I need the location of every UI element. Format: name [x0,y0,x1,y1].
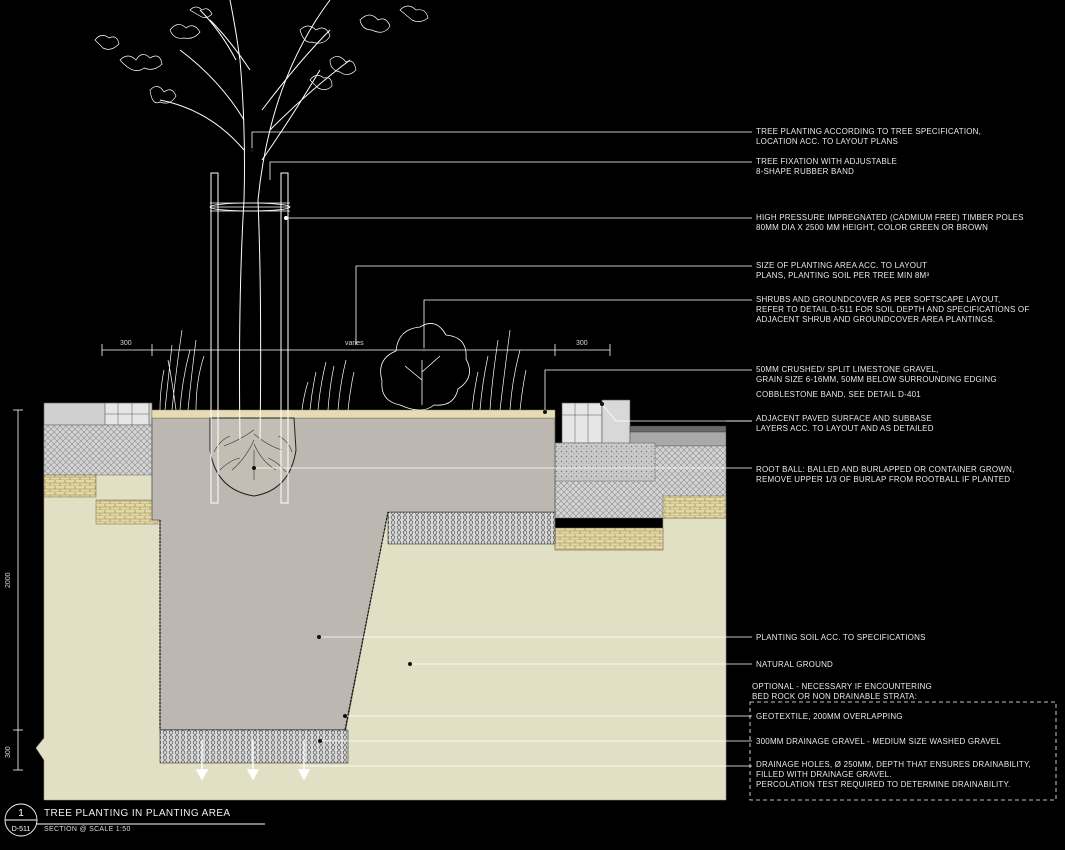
note-poles: HIGH PRESSURE IMPREGNATED (CADMIUM FREE)… [756,213,1024,232]
left-sand-layer-2 [95,499,159,525]
dim-gravel-depth: 300 [5,746,12,758]
left-subbase [43,424,153,476]
note-geotextile: GEOTEXTILE, 200mm OVERLAPPING [756,712,903,721]
note-soil: PLANTING SOIL ACC. TO SPECIFICATIONS [756,633,926,642]
note-gravel: 50mm CRUSHED/ SPLIT LIMESTONE GRAVEL, GRA… [756,365,997,384]
left-sand-layer [43,474,97,498]
right-sand-layer [662,495,727,519]
note-rootball: ROOT BALL: BALLED AND BURLAPPED OR CONTA… [756,465,1015,484]
note-area-size: SIZE OF PLANTING AREA ACC. TO LAYOUT PLAN… [756,261,930,280]
note-fixation: TREE FIXATION WITH ADJUSTABLE 8-SHAPE RUB… [756,157,898,176]
note-holes: DRAINAGE HOLES, Ø 250mm, DEPTH THAT ENSU… [756,760,1031,789]
note-paved: ADJACENT PAVED SURFACE AND SUBBASE LAYERS… [756,414,934,433]
note-ground: NATURAL GROUND [756,660,834,669]
gravel-mulch [151,409,556,419]
kerb-stone [601,399,631,449]
geotextile-shelf [387,511,556,545]
drainage-gravel [159,729,349,764]
detail-sheet: D-511 [11,826,31,833]
tree-canopy [94,5,429,104]
dim-depth: 2000 [5,572,12,588]
drawing-title: TREE PLANTING IN PLANTING AREA [44,808,231,819]
shrub [380,323,470,411]
dim-width: varies [345,340,364,347]
note-cobblestone: COBBLESTONE BAND, SEE DETAIL D-401 [756,390,921,399]
depth-dimension [13,409,23,771]
dim-left-offset: 300 [120,340,132,347]
right-curb [561,402,603,444]
note-optional: OPTIONAL - NECESSARY IF ENCOUNTERING BED … [752,682,932,701]
grasses [159,329,527,411]
rubber-band-fixation [209,202,291,212]
detail-number: 1 [18,808,24,819]
right-concrete [554,442,656,482]
tree [159,0,351,441]
note-tree: TREE PLANTING ACCORDING TO TREE SPECIFIC… [756,127,982,146]
note-shrubs: SHRUBS AND GROUNDCOVER AS PER SOFTSCAPE … [756,295,1030,324]
right-sand-layer-2 [554,527,664,551]
asphalt-layer [629,425,727,433]
dim-right-offset: 300 [576,340,588,347]
note-drainage: 300mm DRAINAGE GRAVEL - MEDIUM SIZE WASH… [756,737,1001,746]
drawing-scale: SECTION @ SCALE 1:50 [44,826,131,833]
